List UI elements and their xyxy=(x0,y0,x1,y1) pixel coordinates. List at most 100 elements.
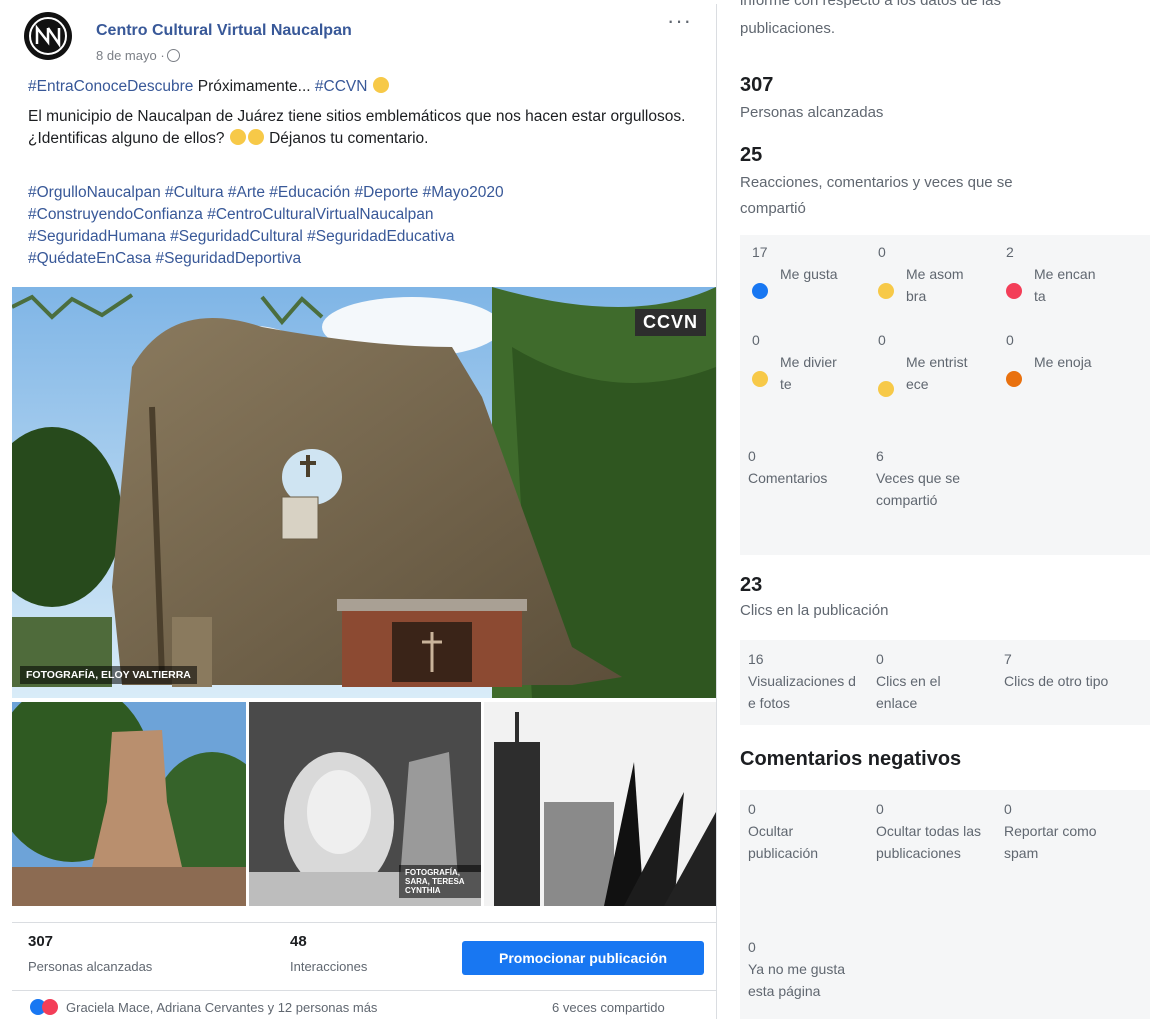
post-stats-bar: 307 Personas alcanzadas 48 Interacciones… xyxy=(12,922,716,985)
reaction-cell: 2 Me encanta xyxy=(1006,241,1128,307)
negative-feedback-breakdown: 0 Ocultar publicación 0 Ocultar todas la… xyxy=(740,790,1150,1019)
hashtag-link[interactable]: #EntraConoceDescubre xyxy=(28,78,193,95)
click-label: Clics en el enlace xyxy=(876,673,941,711)
comments-label: Comentarios xyxy=(748,470,828,486)
click-count: 7 xyxy=(1004,651,1012,667)
click-label: Visualizaciones de fotos xyxy=(748,673,856,711)
negative-cell: 0 Ya no me gusta esta página xyxy=(748,936,866,1002)
post-header: Centro Cultural Virtual Naucalpan 8 de m… xyxy=(24,10,704,68)
intro-text: publicaciones. xyxy=(740,20,836,37)
reaction-count: 0 xyxy=(878,332,886,348)
globe-icon xyxy=(166,49,180,62)
comments-cell: 0 Comentarios xyxy=(748,445,848,489)
hashtag-line[interactable]: #SeguridadHumana #SeguridadCultural #Seg… xyxy=(28,226,688,248)
post-card: Centro Cultural Virtual Naucalpan 8 de m… xyxy=(8,4,717,1019)
main-photo[interactable]: CCVN FOTOGRAFÍA, ELOY VALTIERRA xyxy=(12,287,716,698)
negative-label: Ocultar publicación xyxy=(748,823,819,861)
click-count: 0 xyxy=(876,651,884,667)
sad-icon xyxy=(878,381,894,397)
post-date-text: 8 de mayo · xyxy=(96,48,165,63)
church-ruins-image xyxy=(12,287,716,698)
photo-thumbnail[interactable]: FOTOGRAFÍA, SARA, TERESA CYNTHIA xyxy=(249,702,481,906)
post-body-end: Déjanos tu comentario. xyxy=(269,130,429,147)
hashtag-link[interactable]: #CCVN xyxy=(315,78,368,95)
post-text: Próximamente... xyxy=(193,78,315,95)
engagement-count: 25 xyxy=(740,144,763,166)
interactions-label: Interacciones xyxy=(290,959,368,974)
reactions-breakdown: 17 Me gusta 0 Me asombra 2 Me encanta 0 … xyxy=(740,235,1150,555)
page-name-link[interactable]: Centro Cultural Virtual Naucalpan xyxy=(96,22,352,40)
negative-count: 0 xyxy=(748,801,756,817)
negative-cell: 0 Reportar como spam xyxy=(1004,798,1134,864)
reaction-label: Me enoja xyxy=(1034,354,1092,370)
post-hashtags: #OrgulloNaucalpan #Cultura #Arte #Educac… xyxy=(28,182,688,270)
negative-label: Ya no me gusta esta página xyxy=(748,961,846,999)
promote-post-button[interactable]: Promocionar publicación xyxy=(462,941,704,975)
reactors-link[interactable]: Graciela Mace, Adriana Cervantes y 12 pe… xyxy=(66,1000,377,1015)
post-line-1: #EntraConoceDescubre Próximamente... #CC… xyxy=(28,76,688,98)
reaction-count: 0 xyxy=(1006,332,1014,348)
reaction-cell: 17 Me gusta xyxy=(752,241,874,299)
negative-count: 0 xyxy=(876,801,884,817)
hashtag-line[interactable]: #ConstruyendoConfianza #CentroCulturalVi… xyxy=(28,204,688,226)
click-count: 16 xyxy=(748,651,764,667)
love-icon xyxy=(1006,283,1022,299)
post-body: El municipio de Naucalpan de Juárez tien… xyxy=(28,106,688,150)
emoji-icon xyxy=(247,129,264,145)
monument-image xyxy=(12,702,246,906)
reach-label: Personas alcanzadas xyxy=(28,959,153,974)
negative-label: Ocultar todas las publicaciones xyxy=(876,823,982,861)
shares-link[interactable]: 6 veces compartido xyxy=(552,1000,665,1015)
watermark-text: CCVN xyxy=(642,312,698,332)
negative-count: 0 xyxy=(1004,801,1012,817)
love-icon xyxy=(42,999,58,1015)
wow-icon xyxy=(878,283,894,299)
reaction-cell: 0 Me enoja xyxy=(1006,329,1128,387)
more-options-button[interactable]: ··· xyxy=(667,10,692,32)
tower-bw-image xyxy=(484,702,716,906)
haha-icon xyxy=(752,371,768,387)
clicks-label: Clics en la publicación xyxy=(740,602,889,619)
ccvn-logo-icon xyxy=(29,17,67,55)
shares-cell: 6 Veces que se compartió xyxy=(876,445,976,511)
reaction-cell: 0 Me asombra xyxy=(878,241,1000,307)
reach-label: Personas alcanzadas xyxy=(740,104,884,121)
click-cell: 0 Clics en el enlace xyxy=(876,648,992,714)
reaction-count: 2 xyxy=(1006,244,1014,260)
comments-count: 0 xyxy=(748,448,756,464)
clicks-breakdown: 16 Visualizaciones de fotos 0 Clics en e… xyxy=(740,640,1150,725)
reaction-cell: 0 Me entristece xyxy=(878,329,1000,397)
angry-icon xyxy=(1006,371,1022,387)
page-avatar[interactable] xyxy=(24,12,72,60)
reaction-count: 0 xyxy=(878,244,886,260)
negative-label: Reportar como spam xyxy=(1004,823,1097,861)
hashtag-line[interactable]: #QuédateEnCasa #SeguridadDeportiva xyxy=(28,248,688,270)
click-cell: 7 Clics de otro tipo xyxy=(1004,648,1134,692)
negative-cell: 0 Ocultar publicación xyxy=(748,798,866,864)
photo-thumbnail[interactable] xyxy=(484,702,716,906)
reaction-count: 17 xyxy=(752,244,768,260)
ccvn-watermark: CCVN xyxy=(634,309,706,336)
wink-emoji-icon xyxy=(372,77,389,93)
reaction-label: Me gusta xyxy=(780,266,838,282)
intro-text: informe con respecto a los datos de las xyxy=(740,0,1001,9)
like-icon xyxy=(752,283,768,299)
photo-credit: FOTOGRAFÍA, ELOY VALTIERRA xyxy=(20,666,197,684)
shares-count: 6 xyxy=(876,448,884,464)
shares-label: Veces que se compartió xyxy=(876,470,961,508)
hashtag-line[interactable]: #OrgulloNaucalpan #Cultura #Arte #Educac… xyxy=(28,182,688,204)
reach-count: 307 xyxy=(28,933,54,950)
photo-thumbnail[interactable] xyxy=(12,702,246,906)
engagement-label: Reacciones, comentarios y veces que se xyxy=(740,174,1013,191)
reaction-count: 0 xyxy=(752,332,760,348)
interactions-count: 48 xyxy=(290,933,307,950)
negative-feedback-title: Comentarios negativos xyxy=(740,748,962,770)
reach-count: 307 xyxy=(740,74,774,96)
emoji-icon xyxy=(229,129,246,145)
engagement-label: compartió xyxy=(740,200,806,217)
click-cell: 16 Visualizaciones de fotos xyxy=(748,648,864,714)
click-label: Clics de otro tipo xyxy=(1004,673,1109,689)
reaction-cell: 0 Me divierte xyxy=(752,329,874,395)
photo-credit: FOTOGRAFÍA, SARA, TERESA CYNTHIA xyxy=(399,865,481,898)
post-date[interactable]: 8 de mayo · xyxy=(96,48,180,63)
